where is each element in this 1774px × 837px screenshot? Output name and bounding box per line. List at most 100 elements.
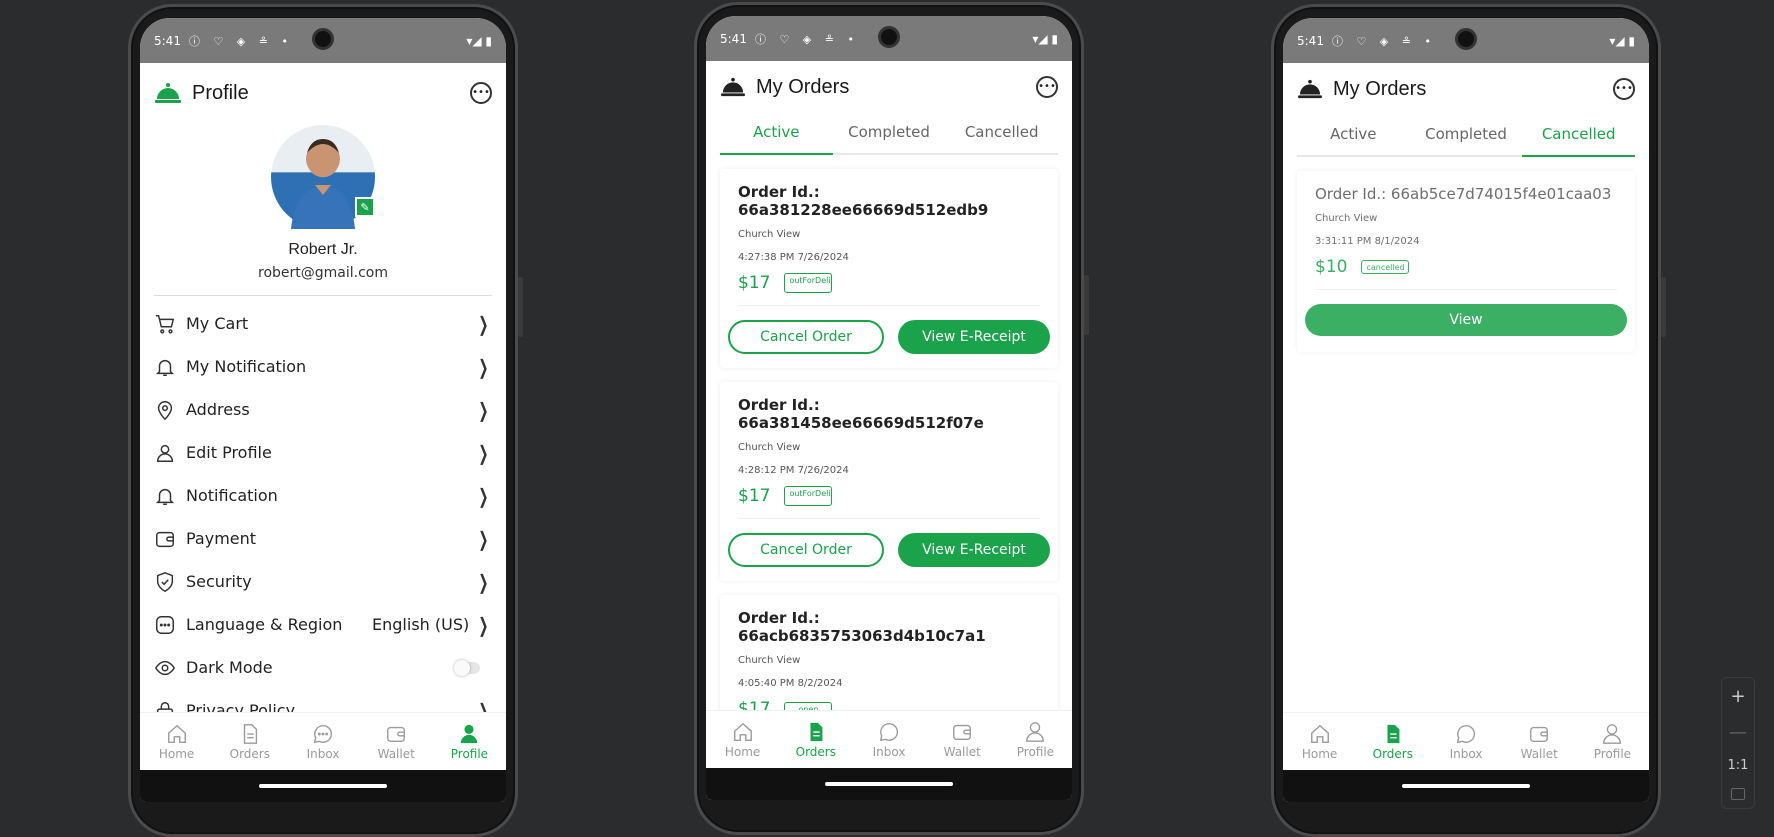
nav-wallet[interactable]: Wallet [926, 711, 999, 768]
nav-profile[interactable]: Profile [1576, 713, 1649, 770]
menu-item-my-cart[interactable]: My Cart ❯ [140, 302, 506, 345]
nav-inbox[interactable]: Inbox [852, 711, 925, 768]
menu-item-language-region[interactable]: Language & Region English (US) ❯ [140, 603, 506, 646]
menu-label: Payment [186, 529, 257, 548]
menu-item-security[interactable]: Security ❯ [140, 560, 506, 603]
zoom-out-button[interactable]: — [1729, 722, 1747, 743]
more-options-icon[interactable]: ••• [1613, 78, 1635, 100]
view-receipt-button[interactable]: View E-Receipt [898, 320, 1050, 354]
camera-cutout [878, 26, 900, 48]
orders-list: Order Id.: 66a381228ee66669d512edb9 Chur… [706, 155, 1072, 794]
profile-card: ✎ Robert Jr. robert@gmail.com [140, 123, 506, 281]
nav-orders[interactable]: Orders [213, 713, 286, 770]
menu-item-notification[interactable]: Notification ❯ [140, 474, 506, 517]
more-options-icon[interactable]: ••• [470, 82, 492, 104]
status-bar: 5:41 ⓘ ♡ ◈ ≗ • ▾◢ ▮ [140, 18, 506, 63]
tab-cancelled[interactable]: Cancelled [945, 113, 1058, 153]
tab-active[interactable]: Active [1297, 115, 1410, 155]
menu-item-edit-profile[interactable]: Edit Profile ❯ [140, 431, 506, 474]
bottom-nav: Home Orders Inbox Wallet Profile [706, 710, 1072, 768]
nav-home[interactable]: Home [706, 711, 779, 768]
order-time: 4:27:38 PM 7/26/2024 [738, 252, 849, 263]
nav-wallet[interactable]: Wallet [1503, 713, 1576, 770]
bell-icon [155, 359, 175, 376]
status-badge: outForDelivery [784, 486, 833, 506]
wallet-icon [1530, 726, 1549, 742]
home-icon [1310, 724, 1329, 743]
language-value: English (US) [372, 615, 470, 634]
order-card: Order Id.: 66a381458ee66669d512f07e Chur… [720, 382, 1058, 581]
status-bar: 5:41 ⓘ ♡ ◈ ≗ • ▾◢ ▮ [706, 16, 1072, 61]
nav-inbox[interactable]: Inbox [286, 713, 359, 770]
menu-label: Edit Profile [186, 443, 272, 462]
nav-label: Inbox [872, 744, 906, 759]
phone-cancelled-orders: 5:41 ⓘ ♡ ◈ ≗ • ▾◢ ▮ My Orders ••• Active… [1271, 4, 1666, 837]
view-order-button[interactable]: View [1305, 304, 1627, 336]
home-indicator [140, 770, 506, 802]
nav-label: Orders [229, 746, 270, 761]
more-options-icon[interactable]: ••• [1036, 76, 1058, 98]
shop-name: Church View [1315, 213, 1378, 224]
menu-item-my-notification[interactable]: My Notification ❯ [140, 345, 506, 388]
document-icon [243, 723, 257, 744]
user-icon [1026, 721, 1045, 742]
status-icons: ⓘ ♡ ◈ ≗ • [754, 32, 859, 46]
phone-active-orders: 5:41 ⓘ ♡ ◈ ≗ • ▾◢ ▮ My Orders ••• Active… [694, 2, 1089, 835]
fit-screen-icon[interactable] [1731, 788, 1745, 801]
bottom-nav: Home Orders Inbox Wallet Profile [1283, 712, 1649, 770]
zoom-panel: + — 1:1 [1721, 677, 1755, 809]
cancel-order-button[interactable]: Cancel Order [728, 533, 884, 567]
page-title: My Orders [1333, 77, 1427, 100]
tab-cancelled[interactable]: Cancelled [1522, 115, 1635, 157]
wallet-icon [387, 726, 406, 742]
order-card: Order Id.: 66ab5ce7d74015f4e01caa03 Chur… [1297, 171, 1635, 352]
cancelled-orders-screen: 5:41 ⓘ ♡ ◈ ≗ • ▾◢ ▮ My Orders ••• Active… [1283, 18, 1649, 802]
chevron-right-icon: ❯ [478, 569, 489, 594]
nav-profile[interactable]: Profile [433, 713, 506, 770]
user-name: Robert Jr. [288, 241, 358, 258]
tab-active[interactable]: Active [720, 113, 833, 155]
tab-completed[interactable]: Completed [833, 113, 946, 153]
menu-item-address[interactable]: Address ❯ [140, 388, 506, 431]
nav-inbox[interactable]: Inbox [1429, 713, 1502, 770]
order-actions: View [1305, 304, 1627, 336]
phone-profile: 5:41 ⓘ ♡ ◈ ≗ • ▾◢ ▮ Profile ••• ✎ Robert… [128, 4, 523, 837]
status-time: 5:41 [154, 33, 181, 48]
tab-completed[interactable]: Completed [1410, 115, 1523, 155]
dark-mode-toggle[interactable] [454, 659, 480, 676]
order-id: Order Id.: 66acb6835753063d4b10c7a1 [738, 609, 986, 645]
document-filled-icon [1387, 724, 1400, 743]
status-badge: outForDelivery [784, 273, 833, 293]
chevron-right-icon: ❯ [478, 440, 489, 465]
nav-label: Inbox [1449, 746, 1483, 761]
nav-orders[interactable]: Orders [1356, 713, 1429, 770]
menu-label: My Cart [186, 314, 249, 333]
view-receipt-button[interactable]: View E-Receipt [898, 533, 1050, 567]
bell-icon [155, 488, 175, 505]
zoom-in-button[interactable]: + [1730, 686, 1745, 707]
nav-profile[interactable]: Profile [999, 711, 1072, 768]
nav-orders[interactable]: Orders [779, 711, 852, 768]
nav-home[interactable]: Home [140, 713, 213, 770]
service-bell-icon [721, 77, 745, 97]
shop-name: Church View [738, 442, 801, 453]
nav-home[interactable]: Home [1283, 713, 1356, 770]
order-id: Order Id.: 66a381458ee66669d512f07e [738, 396, 984, 432]
menu-label: Security [186, 572, 252, 591]
cancel-order-button[interactable]: Cancel Order [728, 320, 884, 354]
chat-icon [1456, 724, 1476, 743]
nav-wallet[interactable]: Wallet [360, 713, 433, 770]
order-time: 4:05:40 PM 8/2/2024 [738, 678, 843, 689]
nav-label: Orders [795, 744, 836, 759]
signal-battery-icons: ▾◢ ▮ [1032, 31, 1058, 46]
bottom-nav: Home Orders Inbox Wallet Profile [140, 712, 506, 770]
page-title: Profile [192, 81, 249, 104]
page-title: My Orders [756, 75, 850, 98]
status-time: 5:41 [720, 31, 747, 46]
menu-item-payment[interactable]: Payment ❯ [140, 517, 506, 560]
avatar[interactable]: ✎ [271, 125, 375, 229]
zoom-reset-button[interactable]: 1:1 [1728, 758, 1749, 773]
shop-name: Church View [738, 655, 801, 666]
wallet-icon [156, 531, 174, 547]
edit-avatar-icon[interactable]: ✎ [355, 197, 375, 217]
